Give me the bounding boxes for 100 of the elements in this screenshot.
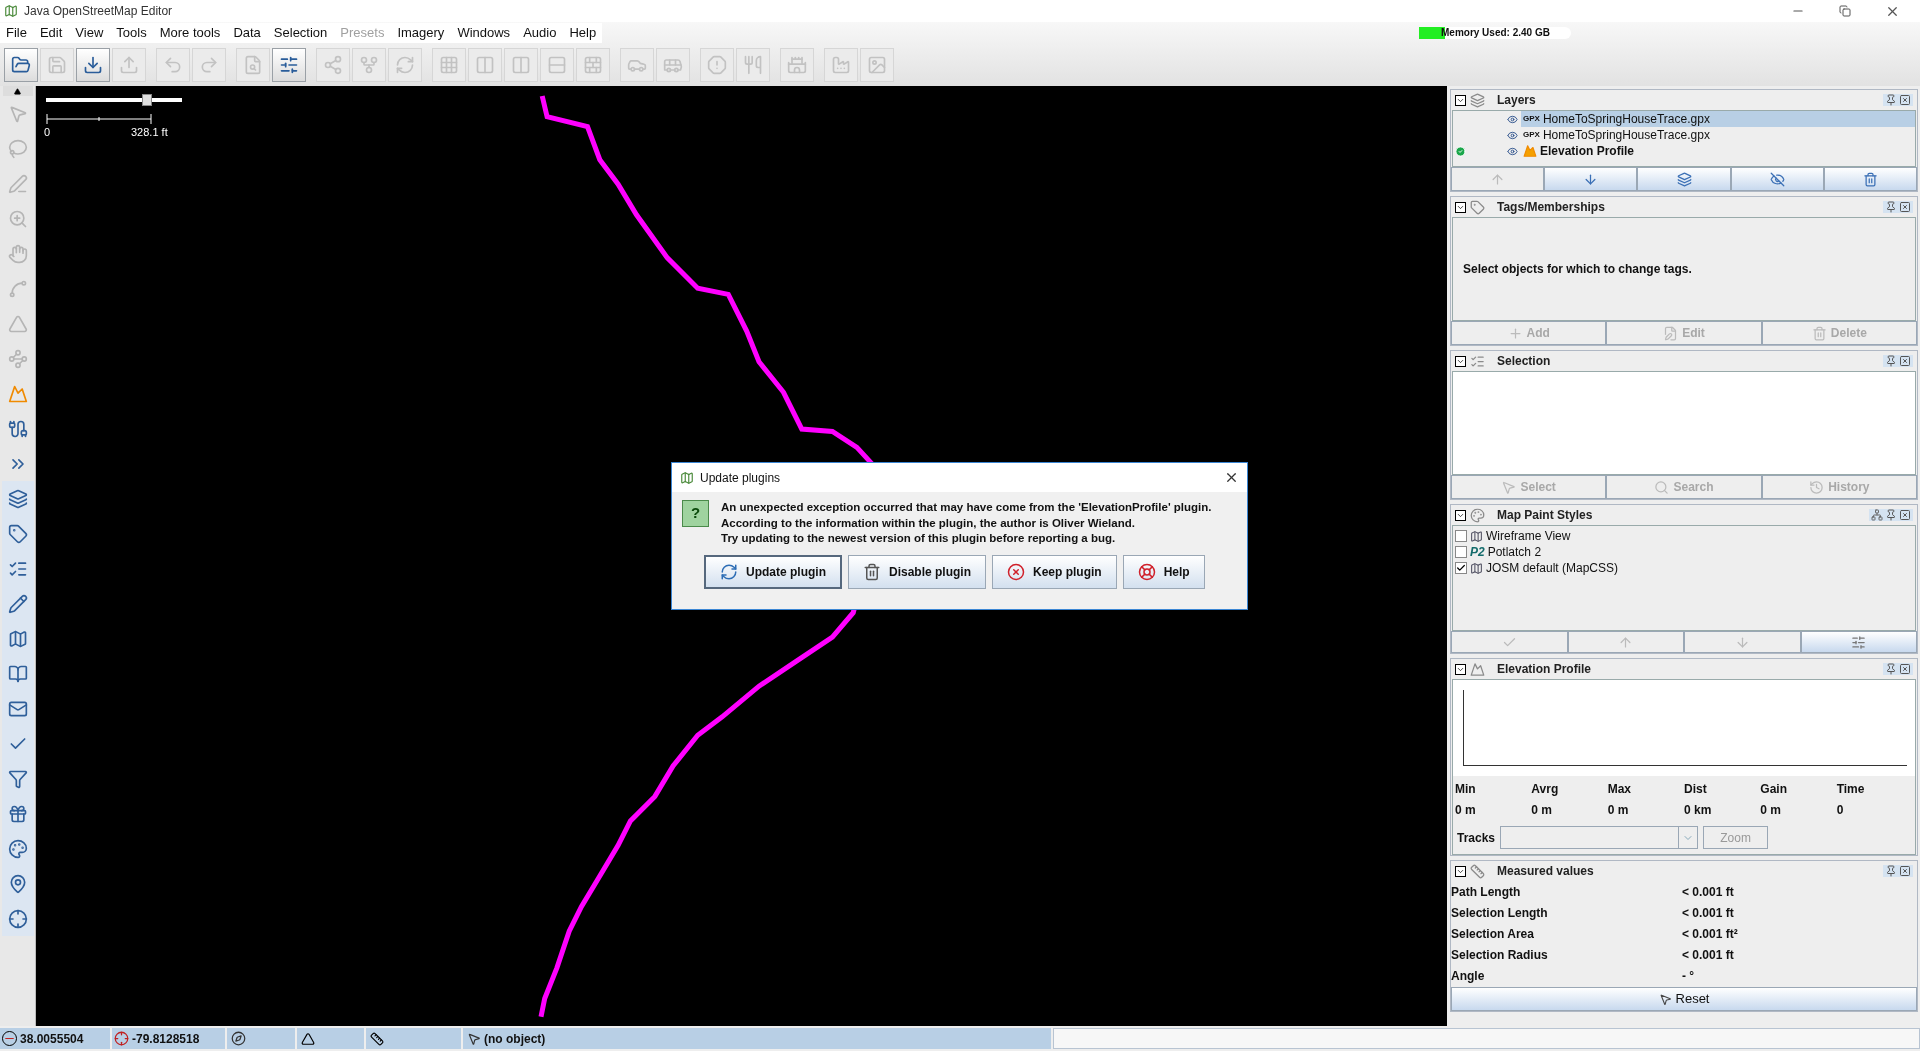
- collapse-icon[interactable]: [1455, 865, 1466, 877]
- toolbar-button[interactable]: [4, 48, 38, 82]
- app-logo-icon: [4, 4, 18, 18]
- menu-item[interactable]: Audio: [523, 23, 557, 43]
- menu-item[interactable]: Help: [569, 23, 597, 43]
- scale-label: 328.1 ft: [131, 125, 168, 140]
- dialog-button[interactable]: Update plugin: [704, 554, 842, 589]
- layer-button[interactable]: [1544, 167, 1638, 191]
- pin-icon[interactable]: [1885, 355, 1897, 367]
- panel-title: Measured values: [1497, 863, 1594, 880]
- utensils-icon: [743, 55, 763, 75]
- scroll-up-icon[interactable]: [2, 86, 33, 96]
- close-icon[interactable]: [1899, 355, 1911, 367]
- dialog-message: According to the information within the plugin, the author is Oliver Wieland.: [721, 515, 1136, 531]
- slider-thumb[interactable]: [141, 94, 152, 106]
- layer-row[interactable]: GPX HomeToSpringHouseTrace.gpx: [1521, 127, 1915, 143]
- measure-label: Path Length: [1451, 883, 1522, 901]
- dialog-button[interactable]: Keep plugin: [992, 554, 1117, 589]
- tool-button[interactable]: [1, 481, 34, 516]
- lasso-icon: [7, 138, 28, 159]
- redo-icon: [199, 55, 219, 75]
- panel-title: Layers: [1497, 92, 1536, 109]
- layer-button[interactable]: [1823, 167, 1917, 191]
- restore-icon[interactable]: [1839, 5, 1851, 17]
- hand-icon: [7, 243, 28, 264]
- style-button[interactable]: [1800, 631, 1917, 653]
- eye-icon[interactable]: [1507, 113, 1518, 125]
- close-icon[interactable]: [1899, 94, 1911, 106]
- palette-icon: [7, 838, 28, 859]
- tool-button[interactable]: [1, 901, 34, 936]
- stat-label: Max: [1607, 781, 1632, 798]
- close-icon[interactable]: [1224, 470, 1239, 485]
- collapse-icon[interactable]: [1455, 509, 1466, 521]
- settings-icon: [1851, 634, 1867, 650]
- collapse-icon[interactable]: [1455, 663, 1466, 675]
- close-icon[interactable]: [1899, 509, 1911, 521]
- scale-label: 0: [44, 125, 51, 140]
- zoom-slider[interactable]: [46, 94, 182, 106]
- eye-icon[interactable]: [1507, 145, 1518, 157]
- stat-label: Min: [1455, 781, 1477, 798]
- menu-item[interactable]: File: [6, 23, 27, 43]
- measure-label: Selection Length: [1451, 904, 1549, 922]
- reset-button[interactable]: Reset: [1451, 987, 1917, 1011]
- columns-icon: [475, 55, 495, 75]
- castle-icon: [787, 55, 807, 75]
- menu-item[interactable]: More tools: [159, 23, 221, 43]
- pencil-icon: [7, 593, 28, 614]
- pin-icon[interactable]: [1885, 663, 1897, 675]
- collapse-icon[interactable]: [1455, 94, 1466, 106]
- layer-name: HomeToSpringHouseTrace.gpx: [1542, 111, 1710, 128]
- menu-item[interactable]: Tools: [116, 23, 147, 43]
- crosshair-icon: [7, 908, 28, 929]
- panel-title: Elevation Profile: [1497, 661, 1592, 678]
- fork-icon: [359, 55, 379, 75]
- style-checkbox[interactable]: [1455, 530, 1467, 542]
- layer-button[interactable]: [1730, 167, 1824, 191]
- style-checkbox[interactable]: [1455, 546, 1467, 558]
- eye-icon[interactable]: [1507, 129, 1518, 141]
- measure-label: Angle: [1451, 968, 1486, 986]
- layer-row[interactable]: Elevation Profile: [1521, 143, 1915, 159]
- layer-row[interactable]: GPX HomeToSpringHouseTrace.gpx: [1521, 111, 1915, 127]
- menu-item[interactable]: Windows: [457, 23, 511, 43]
- menu-item[interactable]: Imagery: [397, 23, 445, 43]
- question-icon: ?: [682, 500, 709, 527]
- columns-icon: [511, 55, 531, 75]
- measure-label: Selection Radius: [1451, 947, 1549, 965]
- toolbar-button[interactable]: [76, 48, 110, 82]
- pin-icon[interactable]: [1885, 94, 1897, 106]
- menu-item[interactable]: Selection: [273, 23, 328, 43]
- stat-value: 0 m: [1760, 802, 1782, 819]
- pointer-icon: [467, 1031, 481, 1046]
- close-icon[interactable]: [1899, 663, 1911, 675]
- collapse-icon[interactable]: [1455, 201, 1466, 213]
- style-settings-icon[interactable]: [1871, 509, 1883, 521]
- dialog-button[interactable]: Help: [1122, 554, 1205, 589]
- menu-item[interactable]: Edit: [39, 23, 63, 43]
- palette-icon: [1470, 507, 1485, 523]
- pin-icon[interactable]: [1885, 509, 1897, 521]
- zoom-icon: [7, 208, 28, 229]
- style-checkbox[interactable]: [1455, 562, 1467, 574]
- layer-button[interactable]: [1637, 167, 1731, 191]
- menu-item[interactable]: View: [75, 23, 104, 43]
- image-icon: [867, 55, 887, 75]
- toolbar-button[interactable]: [272, 48, 306, 82]
- rows-icon: [547, 55, 567, 75]
- dialog-button[interactable]: Disable plugin: [848, 554, 986, 589]
- close-icon[interactable]: [1899, 865, 1911, 877]
- app-logo-icon: [680, 470, 694, 485]
- stat-label: Time: [1836, 781, 1866, 798]
- pin-icon[interactable]: [1885, 865, 1897, 877]
- download-icon: [83, 55, 103, 75]
- down-arrow-icon: [1583, 171, 1599, 187]
- ruler-icon: [370, 1031, 384, 1046]
- tracks-dropdown[interactable]: [1500, 826, 1699, 849]
- menu-item[interactable]: Data: [233, 23, 261, 43]
- pin-icon[interactable]: [1885, 201, 1897, 213]
- brick-wall-icon: [583, 55, 603, 75]
- collapse-icon[interactable]: [1455, 355, 1466, 367]
- layers-icon: [7, 488, 28, 509]
- close-icon[interactable]: [1899, 201, 1911, 213]
